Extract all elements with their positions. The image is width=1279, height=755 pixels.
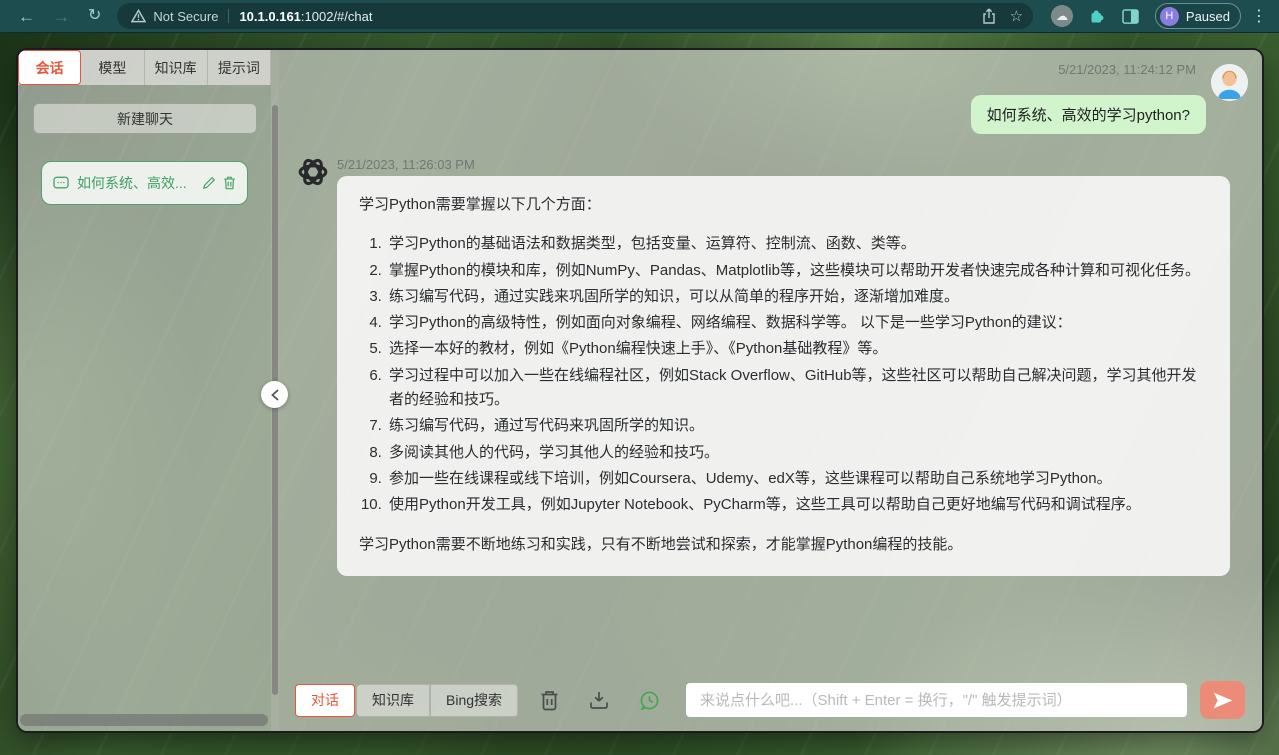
sidebar-collapse-button[interactable] [261,381,288,408]
chat-bubble-icon [53,176,69,190]
url-host: 10.1.0.161 [239,9,300,24]
sidebar: 会话 模型 知识库 提示词 新建聊天 如何系统、高效... [18,50,271,731]
refresh-icon[interactable]: ↻ [88,8,101,24]
chat-item-title: 如何系统、高效... [77,173,195,193]
assistant-list-item: 学习Python的基础语法和数据类型，包括变量、运算符、控制流、函数、类等。 [386,232,1208,256]
assistant-list-item: 学习Python的高级特性，例如面向对象编程、网络编程、数据科学等。 以下是一些… [386,311,1208,335]
sidebar-divider [271,50,279,731]
side-panel-icon[interactable] [1122,9,1139,24]
assistant-list-item: 参加一些在线课程或线下培训，例如Coursera、Udemy、edX等，这些课程… [386,467,1208,491]
url-path: :1002/#/chat [301,9,373,24]
browser-toolbar: ← → ↻ Not Secure 10.1.0.161 :1002/#/chat… [0,0,1279,33]
edit-pencil-icon[interactable] [202,176,216,190]
assistant-openai-logo-icon [294,153,332,191]
forward-icon[interactable]: → [53,8,70,25]
assistant-numbered-list: 学习Python的基础语法和数据类型，包括变量、运算符、控制流、函数、类等。掌握… [359,232,1208,517]
user-message-timestamp: 5/21/2023, 11:24:12 PM [1058,62,1196,77]
new-chat-button[interactable]: 新建聊天 [33,103,257,134]
user-avatar [1211,64,1248,101]
assistant-message-timestamp: 5/21/2023, 11:26:03 PM [337,157,475,172]
sidebar-tab-bar: 会话 模型 知识库 提示词 [18,50,271,85]
assistant-list-item: 多阅读其他人的代码，学习其他人的经验和技巧。 [386,441,1208,465]
security-label: Not Secure [153,9,218,24]
assistant-list-item: 练习编写代码，通过实践来巩固所学的知识，可以从简单的程序开始，逐渐增加难度。 [386,285,1208,309]
sidebar-horizontal-scrollbar[interactable] [20,714,268,726]
cloud-extension-icon[interactable]: ☁ [1051,5,1073,27]
composer-toolbar: 对话 知识库 Bing搜索 [295,681,1245,719]
back-icon[interactable]: ← [18,8,35,25]
mode-tab-bing-search[interactable]: Bing搜索 [430,684,518,717]
clear-trash-icon[interactable] [540,690,559,711]
tab-prompts[interactable]: 提示词 [208,50,271,85]
browser-profile-chip[interactable]: H Paused [1155,3,1241,29]
export-download-icon[interactable] [589,690,609,710]
address-bar[interactable]: Not Secure 10.1.0.161 :1002/#/chat ☆ [117,3,1033,29]
not-secure-warning-icon [131,9,146,23]
assistant-list-item: 学习过程中可以加入一些在线编程社区，例如Stack Overflow、GitHu… [386,364,1208,413]
history-clock-icon[interactable] [639,690,660,711]
browser-menu-icon[interactable]: ⋮ [1251,6,1267,26]
tab-models[interactable]: 模型 [81,50,144,85]
mode-tab-dialog[interactable]: 对话 [295,684,355,717]
mode-tab-knowledge-base[interactable]: 知识库 [357,684,430,717]
share-icon[interactable] [982,8,996,24]
chat-app-window: 会话 模型 知识库 提示词 新建聊天 如何系统、高效... 5/2 [18,50,1262,731]
delete-trash-icon[interactable] [223,176,236,190]
extensions-puzzle-icon[interactable] [1089,8,1106,25]
tab-knowledge-base[interactable]: 知识库 [145,50,208,85]
assistant-outro-text: 学习Python需要不断地练习和实践，只有不断地尝试和探索，才能掌握Python… [359,533,1208,557]
assistant-intro-text: 学习Python需要掌握以下几个方面： [359,193,1208,217]
bookmark-star-icon[interactable]: ☆ [1010,7,1023,25]
send-button[interactable] [1200,681,1245,719]
assistant-message-bubble: 学习Python需要掌握以下几个方面： 学习Python的基础语法和数据类型，包… [337,176,1230,576]
assistant-list-item: 掌握Python的模块和库，例如NumPy、Pandas、Matplotlib等… [386,259,1208,283]
chat-list-item[interactable]: 如何系统、高效... [41,161,248,205]
profile-avatar: H [1160,7,1179,26]
assistant-list-item: 选择一本好的教材，例如《Python编程快速上手》、《Python基础教程》等。 [386,337,1208,361]
chat-main-area: 5/21/2023, 11:24:12 PM 如何系统、高效的学习python?… [279,50,1262,731]
assistant-list-item: 练习编写代码，通过写代码来巩固所学的知识。 [386,414,1208,438]
assistant-list-item: 使用Python开发工具，例如Jupyter Notebook、PyCharm等… [386,493,1208,517]
user-message-bubble: 如何系统、高效的学习python? [971,95,1206,134]
message-input[interactable] [686,683,1187,717]
url-divider [228,9,229,23]
profile-status-label: Paused [1186,9,1230,24]
tab-conversations[interactable]: 会话 [18,50,81,85]
